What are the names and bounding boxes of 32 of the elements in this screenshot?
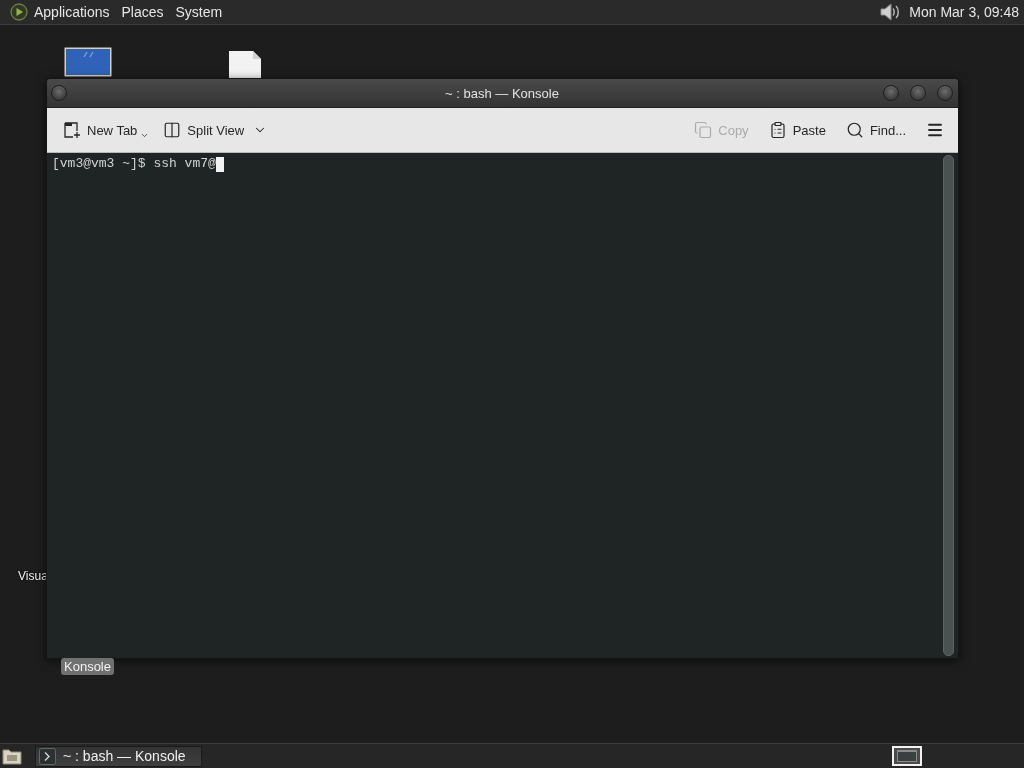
show-desktop-button[interactable] <box>2 747 22 765</box>
workspace-switcher[interactable] <box>892 746 922 766</box>
play-logo-icon <box>10 3 28 21</box>
panel-menu[interactable]: System <box>169 1 229 23</box>
taskbar-button[interactable]: ~ : bash — Konsole <box>35 745 202 767</box>
find-button[interactable]: Find... <box>839 114 912 146</box>
search-icon <box>845 121 864 139</box>
new-tab-button[interactable]: New Tab <box>57 114 156 146</box>
close-button[interactable] <box>937 85 953 101</box>
speaker-icon[interactable] <box>879 1 902 23</box>
copy-icon <box>694 121 713 139</box>
window-menu-button[interactable] <box>51 85 67 101</box>
monitor-icon[interactable] <box>64 47 112 77</box>
folder-icon <box>2 747 22 765</box>
terminal-line: [vm3@vm3 ~]$ ssh vm7@ <box>52 156 216 172</box>
window-thumbnail-icon <box>897 750 917 762</box>
paste-button[interactable]: Paste <box>762 114 832 146</box>
menu-icon <box>926 121 944 139</box>
terminal-icon <box>39 747 56 765</box>
maximize-button[interactable] <box>910 85 926 101</box>
desktop-icon-label[interactable]: Konsole <box>61 658 114 675</box>
window-title: ~ : bash — Konsole <box>445 85 559 101</box>
document-icon[interactable] <box>228 50 262 78</box>
window-plus-icon <box>63 121 81 139</box>
clock[interactable]: Mon Mar 3, 09:48 <box>909 4 1019 20</box>
minimize-button[interactable] <box>883 85 899 101</box>
scrollbar[interactable] <box>943 155 954 656</box>
clipboard-icon <box>768 121 787 139</box>
panel-menu[interactable]: Applications <box>28 1 116 23</box>
columns-icon <box>163 121 182 139</box>
panel-menu[interactable]: Places <box>115 1 170 23</box>
split-view-button[interactable]: Split View <box>157 114 274 146</box>
